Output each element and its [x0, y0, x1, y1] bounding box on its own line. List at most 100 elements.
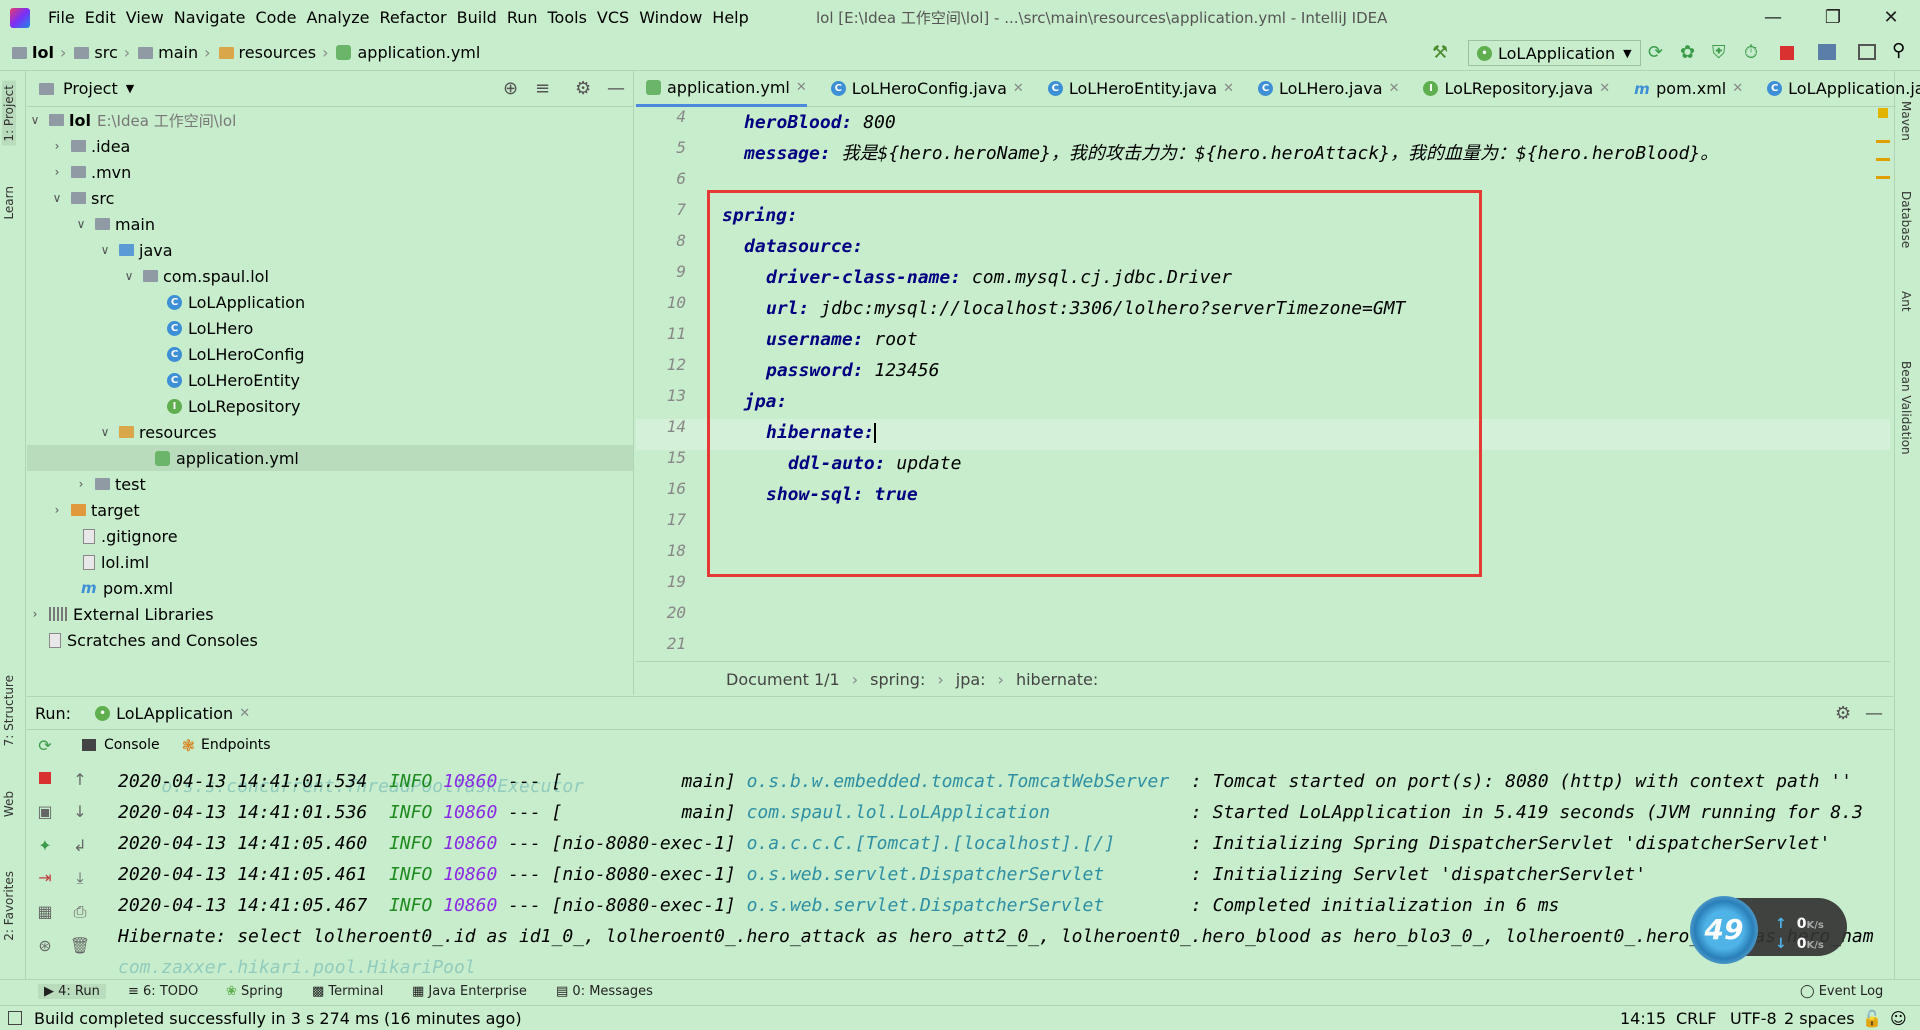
- menu-analyze[interactable]: Analyze: [306, 8, 369, 27]
- tab-lolhero[interactable]: C LoLHero.java ✕: [1248, 71, 1399, 107]
- tab-console[interactable]: Console: [104, 737, 160, 753]
- close-tab-icon[interactable]: ✕: [1732, 81, 1743, 96]
- log-class[interactable]: o.s.web.servlet.DispatcherServlet: [747, 895, 1180, 916]
- tab-application-yml[interactable]: application.yml ✕: [636, 71, 807, 107]
- print-icon[interactable]: ⎙: [68, 902, 92, 922]
- tree-item-test[interactable]: › test: [27, 471, 633, 497]
- tab-event-log[interactable]: ◯ Event Log: [1800, 984, 1883, 999]
- layout-icon[interactable]: [1858, 44, 1876, 60]
- tree-item-idea[interactable]: › .idea: [27, 133, 633, 159]
- tree-item-src[interactable]: ∨ src: [27, 185, 633, 211]
- tree-item-lolheroconfig[interactable]: C LoLHeroConfig: [27, 341, 633, 367]
- tab-maven[interactable]: Maven: [1899, 101, 1913, 141]
- tree-item-gitignore[interactable]: .gitignore: [27, 523, 633, 549]
- soft-wrap-icon[interactable]: ↲: [68, 836, 92, 855]
- collapse-all-icon[interactable]: ≡: [535, 78, 550, 99]
- log-class[interactable]: o.a.c.c.C.[Tomcat].[localhost].[/]: [747, 833, 1180, 854]
- file-encoding[interactable]: UTF-8: [1730, 1009, 1777, 1028]
- trash-icon[interactable]: 🗑: [68, 936, 92, 955]
- chevron-down-icon[interactable]: ∨: [97, 243, 113, 257]
- pin-icon[interactable]: ⊛: [33, 936, 57, 955]
- hide-icon[interactable]: —: [1865, 703, 1883, 724]
- menu-window[interactable]: Window: [639, 8, 702, 27]
- menu-code[interactable]: Code: [256, 8, 297, 27]
- status-toggle-icon[interactable]: [8, 1011, 22, 1025]
- tab-lolrepository[interactable]: I LoLRepository.java ✕: [1413, 71, 1610, 107]
- chevron-down-icon[interactable]: ∨: [49, 191, 65, 205]
- gear-icon[interactable]: ⚙: [575, 78, 591, 99]
- close-tab-icon[interactable]: ✕: [796, 80, 807, 95]
- arrow-up-icon[interactable]: ↑: [68, 770, 92, 789]
- hide-icon[interactable]: —: [607, 78, 625, 99]
- chevron-right-icon[interactable]: ›: [49, 139, 65, 153]
- project-title[interactable]: Project: [63, 79, 118, 98]
- project-structure-icon[interactable]: [1818, 44, 1836, 60]
- tab-messages[interactable]: ▤ 0: Messages: [556, 984, 653, 999]
- tree-item-scratches[interactable]: Scratches and Consoles: [27, 627, 633, 653]
- tree-item-java[interactable]: ∨ java: [27, 237, 633, 263]
- close-tab-icon[interactable]: ✕: [1223, 81, 1234, 96]
- tree-item-lolheroentity[interactable]: C LoLHeroEntity: [27, 367, 633, 393]
- layout-icon[interactable]: ▦: [33, 902, 57, 921]
- tree-item-target[interactable]: › target: [27, 497, 633, 523]
- close-tab-icon[interactable]: ✕: [1389, 81, 1400, 96]
- chevron-right-icon[interactable]: ›: [73, 477, 89, 491]
- menu-file[interactable]: File: [48, 8, 75, 27]
- tree-item-lolrepository[interactable]: I LoLRepository: [27, 393, 633, 419]
- close-tab-icon[interactable]: ✕: [239, 706, 250, 721]
- close-tab-icon[interactable]: ✕: [1599, 81, 1610, 96]
- menu-vcs[interactable]: VCS: [597, 8, 629, 27]
- chevron-down-icon[interactable]: ∨: [27, 113, 43, 127]
- tab-web[interactable]: Web: [2, 791, 16, 817]
- stop-icon[interactable]: [39, 772, 51, 784]
- menu-run[interactable]: Run: [507, 8, 538, 27]
- tab-bean-validation[interactable]: Bean Validation: [1899, 361, 1913, 455]
- tree-item-lolhero[interactable]: C LoLHero: [27, 315, 633, 341]
- log-class[interactable]: o.s.web.servlet.DispatcherServlet: [747, 864, 1180, 885]
- minimize-icon[interactable]: —: [1750, 4, 1796, 32]
- caret-position[interactable]: 14:15: [1620, 1009, 1666, 1028]
- search-icon[interactable]: ⚲: [1892, 40, 1905, 61]
- build-hammer-icon[interactable]: ⚒: [1432, 42, 1448, 63]
- chevron-down-icon[interactable]: ∨: [121, 269, 137, 283]
- crumb-src[interactable]: src: [94, 43, 117, 62]
- debug-icon[interactable]: ✿: [1680, 42, 1695, 63]
- crumb-application-yml[interactable]: application.yml: [357, 43, 480, 62]
- tab-learn[interactable]: Learn: [2, 186, 16, 220]
- tab-todo[interactable]: ≡ 6: TODO: [128, 984, 198, 999]
- tab-structure[interactable]: 7: Structure: [2, 675, 16, 746]
- tree-item-main[interactable]: ∨ main: [27, 211, 633, 237]
- line-separator[interactable]: CRLF: [1676, 1009, 1716, 1028]
- chevron-down-icon[interactable]: ∨: [73, 217, 89, 231]
- chevron-down-icon[interactable]: ▼: [126, 82, 134, 95]
- tree-item-pom-xml[interactable]: m pom.xml: [27, 575, 633, 601]
- tab-endpoints[interactable]: Endpoints: [201, 737, 271, 753]
- console-output[interactable]: o.s.s.concurrent.ThreadPoolTaskExecutor …: [108, 760, 1893, 979]
- chevron-right-icon[interactable]: ›: [27, 607, 43, 621]
- tab-favorites[interactable]: 2: Favorites: [2, 871, 16, 941]
- tab-spring[interactable]: ❀ Spring: [226, 984, 283, 999]
- tab-ant[interactable]: Ant: [1899, 291, 1913, 312]
- tab-project[interactable]: 1: Project: [2, 81, 16, 146]
- close-tab-icon[interactable]: ✕: [1013, 81, 1024, 96]
- menu-tools[interactable]: Tools: [548, 8, 587, 27]
- scroll-to-end-icon[interactable]: ⤓: [68, 868, 92, 888]
- arrow-down-icon[interactable]: ↓: [68, 802, 92, 821]
- run-config-dropdown[interactable]: • LoLApplication ▼: [1468, 40, 1641, 66]
- tab-lolheroconfig[interactable]: C LoLHeroConfig.java ✕: [821, 71, 1024, 107]
- tab-run[interactable]: ▶ 4: Run: [38, 984, 106, 999]
- status-message[interactable]: Build completed successfully in 3 s 274 …: [34, 1009, 522, 1028]
- crumb-main[interactable]: main: [158, 43, 198, 62]
- locate-icon[interactable]: ⊕: [503, 78, 518, 99]
- crumb-spring[interactable]: spring:: [870, 670, 925, 689]
- chevron-right-icon[interactable]: ›: [49, 503, 65, 517]
- rerun-icon[interactable]: ⟳: [1648, 42, 1663, 63]
- stop-icon[interactable]: [1780, 46, 1794, 60]
- menu-build[interactable]: Build: [457, 8, 497, 27]
- tree-item-mvn[interactable]: › .mvn: [27, 159, 633, 185]
- menu-view[interactable]: View: [126, 8, 164, 27]
- tree-item-external-libraries[interactable]: › External Libraries: [27, 601, 633, 627]
- tree-item-application-yml[interactable]: application.yml: [27, 445, 633, 471]
- menu-help[interactable]: Help: [712, 8, 748, 27]
- inspector-icon[interactable]: ☺: [1890, 1009, 1907, 1028]
